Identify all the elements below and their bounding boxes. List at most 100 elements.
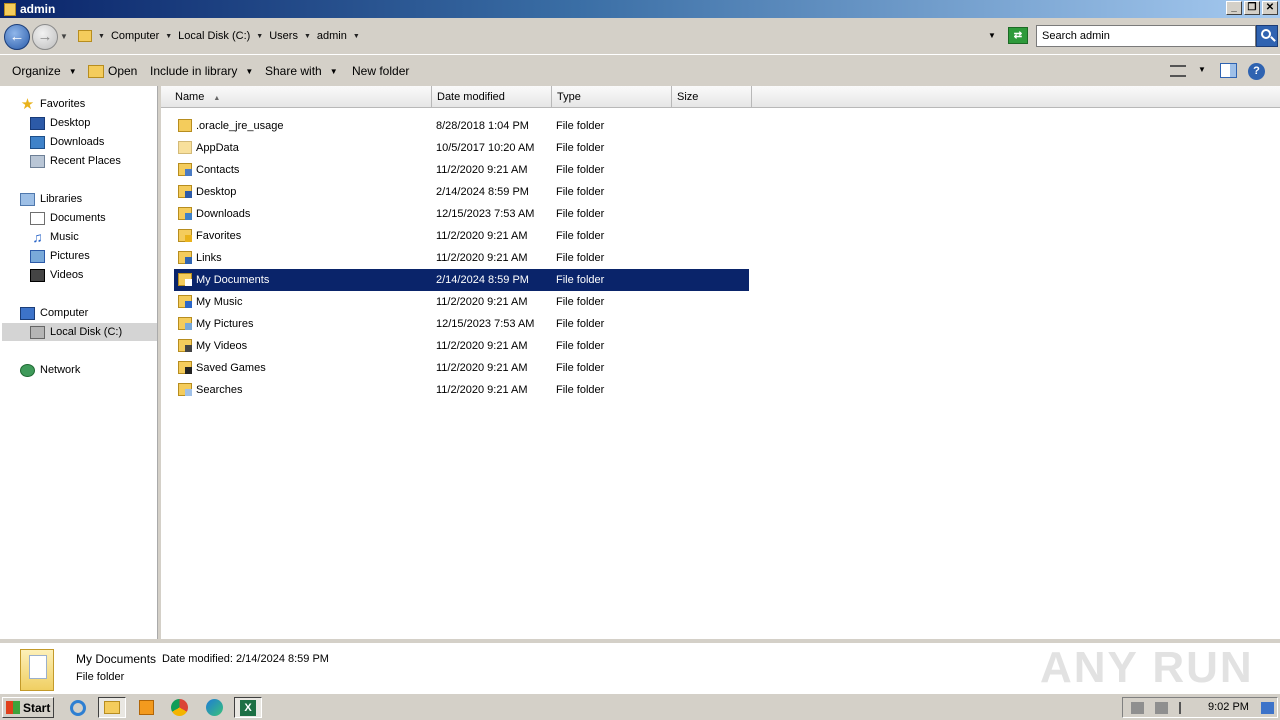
nav-documents[interactable]: Documents [30, 209, 106, 227]
file-name: AppData [196, 142, 239, 154]
nav-local-disk[interactable]: Local Disk (C:) [2, 323, 157, 341]
file-row[interactable]: My Music 11/2/2020 9:21 AM File folder [174, 291, 749, 313]
breadcrumb-admin[interactable]: admin [317, 30, 347, 42]
taskbar-edge[interactable] [200, 697, 228, 718]
chevron-down-icon[interactable]: ▼ [98, 33, 105, 40]
back-button[interactable]: ← [4, 24, 30, 50]
start-button[interactable]: Start [2, 697, 54, 718]
file-name: Favorites [196, 230, 242, 242]
refresh-button[interactable]: ⇄ [1008, 27, 1028, 44]
nav-desktop[interactable]: Desktop [30, 114, 90, 132]
preview-pane-icon[interactable] [1220, 63, 1237, 78]
file-row[interactable]: My Pictures 12/15/2023 7:53 AM File fold… [174, 313, 749, 335]
column-type[interactable]: Type [552, 86, 672, 108]
share-with-button[interactable]: Share with ▼ [265, 64, 338, 78]
file-row[interactable]: Favorites 11/2/2020 9:21 AM File folder [174, 225, 749, 247]
search-input[interactable]: Search admin [1036, 25, 1256, 47]
column-date-modified[interactable]: Date modified [432, 86, 552, 108]
file-name: .oracle_jre_usage [196, 120, 284, 132]
view-options-icon[interactable] [1170, 65, 1186, 77]
file-row-selected[interactable]: My Documents 2/14/2024 8:59 PM File fold… [174, 269, 749, 291]
taskbar-internet-explorer[interactable] [64, 697, 92, 718]
chevron-down-icon[interactable]: ▼ [165, 33, 172, 40]
file-row[interactable]: Saved Games 11/2/2020 9:21 AM File folde… [174, 357, 749, 379]
nav-videos[interactable]: Videos [30, 266, 83, 284]
taskbar-media-player[interactable] [132, 697, 160, 718]
file-type: File folder [556, 384, 605, 396]
nav-music[interactable]: ♫ Music [30, 228, 78, 246]
file-type: File folder [556, 340, 605, 352]
file-row[interactable]: Contacts 11/2/2020 9:21 AM File folder [174, 159, 749, 181]
nav-favorites[interactable]: ★ Favorites [20, 95, 85, 113]
file-date: 11/2/2020 9:21 AM [436, 384, 528, 396]
file-type: File folder [556, 120, 605, 132]
taskbar-excel[interactable]: X [234, 697, 262, 718]
organize-label: Organize [12, 64, 61, 78]
edge-icon [205, 699, 223, 716]
close-button[interactable]: ✕ [1262, 1, 1278, 15]
chevron-down-icon[interactable]: ▼ [1198, 65, 1206, 74]
volume-icon[interactable] [1131, 702, 1144, 714]
file-row[interactable]: Links 11/2/2020 9:21 AM File folder [174, 247, 749, 269]
file-name: Desktop [196, 186, 237, 198]
file-row[interactable]: Desktop 2/14/2024 8:59 PM File folder [174, 181, 749, 203]
libraries-icon [20, 192, 35, 206]
history-dropdown-icon[interactable]: ▼ [60, 32, 68, 41]
open-button[interactable]: Open [88, 64, 137, 78]
taskbar-chrome[interactable] [165, 697, 193, 718]
folder-icon [178, 119, 192, 132]
window-title: admin [20, 2, 56, 16]
address-dropdown-icon[interactable]: ▼ [988, 31, 996, 40]
anyrun-watermark: ANY RUN [1040, 643, 1254, 692]
help-icon[interactable]: ? [1248, 63, 1265, 80]
documents-folder-icon [178, 273, 192, 286]
chevron-down-icon[interactable]: ▼ [304, 33, 311, 40]
chrome-icon [170, 699, 188, 716]
file-date: 12/15/2023 7:53 AM [436, 318, 535, 330]
show-desktop-icon[interactable] [1261, 702, 1274, 714]
file-row[interactable]: Downloads 12/15/2023 7:53 AM File folder [174, 203, 749, 225]
chevron-down-icon[interactable]: ▼ [353, 33, 360, 40]
chevron-down-icon[interactable]: ▼ [256, 33, 263, 40]
breadcrumb-users[interactable]: Users [269, 30, 298, 42]
taskbar-explorer[interactable] [98, 697, 126, 718]
file-row[interactable]: My Videos 11/2/2020 9:21 AM File folder [174, 335, 749, 357]
column-name[interactable]: Name ▲ [170, 86, 432, 108]
organize-button[interactable]: Organize ▼ [12, 64, 77, 78]
nav-recent-places[interactable]: Recent Places [30, 152, 121, 170]
file-name: Searches [196, 384, 243, 396]
flag-icon[interactable] [1179, 702, 1192, 714]
restore-button[interactable]: ❐ [1244, 1, 1260, 15]
address-bar[interactable]: ▼ Computer ▼ Local Disk (C:) ▼ Users ▼ a… [72, 25, 1004, 47]
details-item-name: My Documents [76, 652, 157, 666]
minimize-button[interactable]: _ [1226, 1, 1242, 15]
file-row[interactable]: Searches 11/2/2020 9:21 AM File folder [174, 379, 749, 401]
file-type: File folder [556, 318, 605, 330]
documents-icon [30, 211, 45, 225]
nav-downloads[interactable]: Downloads [30, 133, 104, 151]
file-row[interactable]: .oracle_jre_usage 8/28/2018 1:04 PM File… [174, 115, 749, 137]
search-button[interactable] [1256, 25, 1278, 47]
column-size[interactable]: Size [672, 86, 752, 108]
file-row[interactable]: AppData 10/5/2017 10:20 AM File folder [174, 137, 749, 159]
file-date: 11/2/2020 9:21 AM [436, 296, 528, 308]
nav-computer[interactable]: Computer [20, 304, 88, 322]
computer-icon [20, 306, 35, 320]
windows-logo-icon [6, 701, 20, 714]
nav-libraries[interactable]: Libraries [20, 190, 82, 208]
breadcrumb-computer[interactable]: Computer [111, 30, 159, 42]
breadcrumb-local-disk[interactable]: Local Disk (C:) [178, 30, 250, 42]
nav-label: Network [40, 364, 81, 376]
file-type: File folder [556, 186, 605, 198]
file-date: 2/14/2024 8:59 PM [436, 186, 529, 198]
file-list: Name ▲ Date modified Type Size .oracle_j… [161, 86, 1280, 639]
network-icon[interactable] [1155, 702, 1168, 714]
new-folder-button[interactable]: New folder [352, 64, 409, 78]
include-in-library-button[interactable]: Include in library ▼ [150, 64, 253, 78]
forward-button[interactable]: → [32, 24, 58, 50]
details-date-value: 2/14/2024 8:59 PM [236, 653, 329, 665]
links-folder-icon [178, 251, 192, 264]
nav-pictures[interactable]: Pictures [30, 247, 90, 265]
nav-network[interactable]: Network [20, 361, 80, 379]
clock[interactable]: 9:02 PM [1208, 701, 1249, 713]
